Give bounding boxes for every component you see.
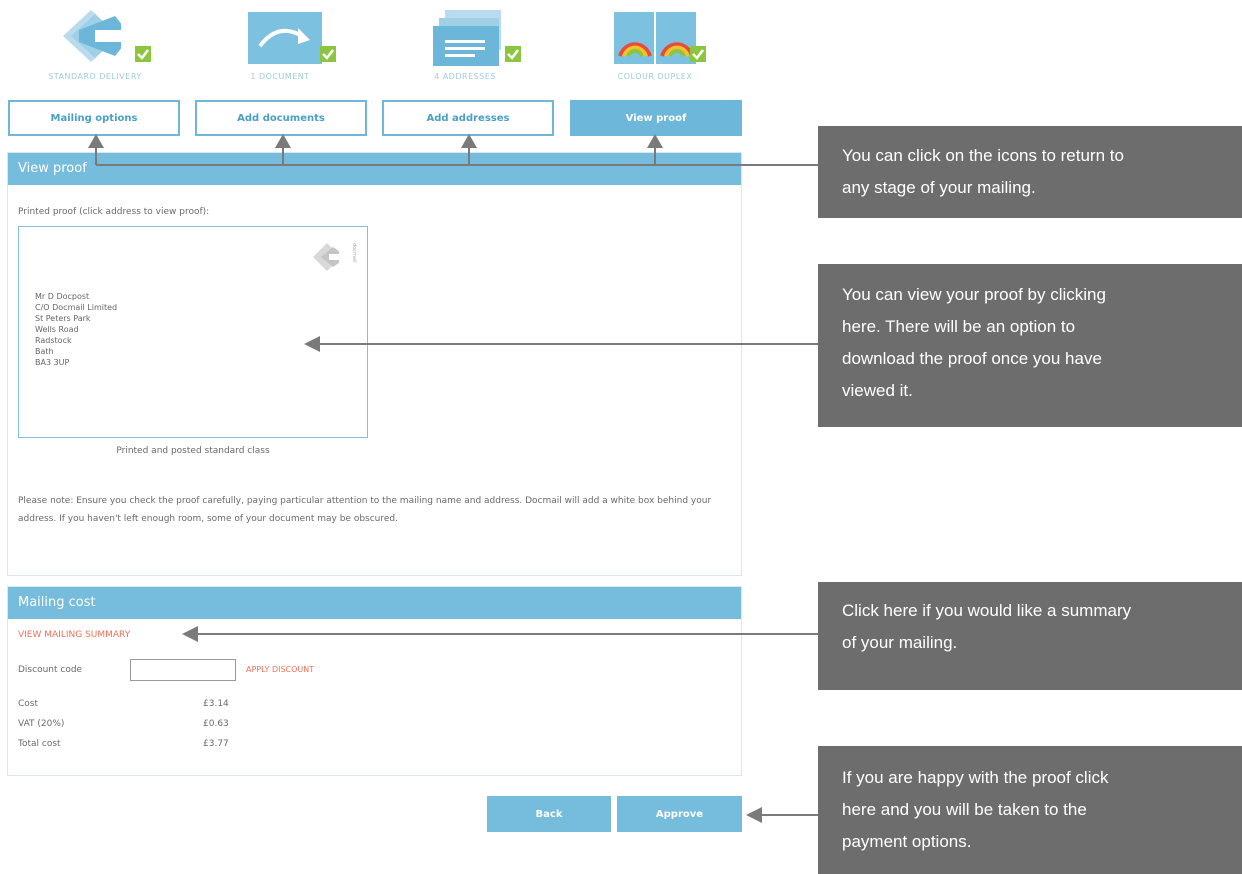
callout-approve: If you are happy with the proof click he… xyxy=(818,746,1242,874)
callout-line: If you are happy with the proof click xyxy=(842,768,1109,787)
back-button[interactable]: Back xyxy=(487,796,611,832)
vat-value: £0.63 xyxy=(203,719,229,729)
address-line: Wells Road xyxy=(35,325,79,334)
mailing-cost-panel: Mailing cost xyxy=(7,586,742,776)
callout-line: here and you will be taken to the xyxy=(842,800,1087,819)
address-line: Bath xyxy=(35,347,54,356)
vat-label: VAT (20%) xyxy=(18,719,65,729)
arrow-head-up xyxy=(88,134,104,148)
callout-line: Click here if you would like a summary xyxy=(842,601,1132,620)
arrow-head-left xyxy=(746,807,762,823)
arrow-head-up xyxy=(275,134,291,148)
cost-label: Cost xyxy=(18,699,39,709)
proof-instruction: Printed proof (click address to view pro… xyxy=(18,207,210,217)
arrow-head-up xyxy=(461,134,477,148)
step-caption-delivery: STANDARD DELIVERY xyxy=(48,72,142,81)
step-caption-documents: 1 DOCUMENT xyxy=(250,72,310,81)
callout-line: viewed it. xyxy=(842,381,913,400)
proof-thumbnail[interactable]: docmail Mr D Docpost C/O Docmail Limited… xyxy=(18,226,368,438)
address-line: St Peters Park xyxy=(35,314,91,323)
callout-line: here. There will be an option to xyxy=(842,317,1076,336)
mailing-cost-heading: Mailing cost xyxy=(8,587,741,619)
address-line: Mr D Docpost xyxy=(35,292,90,301)
callout-summary: Click here if you would like a summary o… xyxy=(818,582,1242,690)
arrow-head-up xyxy=(647,134,663,148)
total-cost-value: £3.77 xyxy=(203,739,229,749)
address-line: C/O Docmail Limited xyxy=(35,303,118,312)
document-icon[interactable] xyxy=(240,6,336,68)
cost-value: £3.14 xyxy=(203,699,229,709)
callout-line: any stage of your mailing. xyxy=(842,178,1036,197)
discount-code-label: Discount code xyxy=(18,665,83,675)
mailing-options-button[interactable]: Mailing options xyxy=(8,100,180,136)
callout-icons: You can click on the icons to return to … xyxy=(818,126,1242,218)
total-cost-label: Total cost xyxy=(18,739,61,749)
add-addresses-button[interactable]: Add addresses xyxy=(382,100,554,136)
step-caption-colour: COLOUR DUPLEX xyxy=(617,72,693,81)
callout-proof: You can view your proof by clicking here… xyxy=(818,264,1242,427)
discount-code-input[interactable] xyxy=(130,659,236,681)
callout-line: You can view your proof by clicking xyxy=(842,285,1106,304)
address-line: BA3 3UP xyxy=(35,358,70,367)
envelope-delivery-icon[interactable] xyxy=(55,6,151,68)
callout-line: payment options. xyxy=(842,832,972,851)
apply-discount-link[interactable]: APPLY DISCOUNT xyxy=(246,665,314,674)
add-documents-button[interactable]: Add documents xyxy=(195,100,367,136)
view-proof-button[interactable]: View proof xyxy=(570,100,742,136)
callout-line: download the proof once you have xyxy=(842,349,1102,368)
view-mailing-summary-link[interactable]: VIEW MAILING SUMMARY xyxy=(18,630,130,640)
address-line: Radstock xyxy=(35,336,72,345)
docmail-stamp-icon: docmail xyxy=(313,243,357,271)
colour-rainbow-icon[interactable] xyxy=(610,6,706,68)
proof-address: Mr D Docpost C/O Docmail Limited St Pete… xyxy=(35,291,117,368)
callout-line: You can click on the icons to return to xyxy=(842,146,1124,165)
proof-class-caption: Printed and posted standard class xyxy=(116,446,270,456)
approve-button[interactable]: Approve xyxy=(617,796,742,832)
address-list-icon[interactable] xyxy=(425,6,521,68)
step-caption-addresses: 4 ADDRESSES xyxy=(434,72,496,81)
callout-line: of your mailing. xyxy=(842,633,958,652)
proof-note: Please note: Ensure you check the proof … xyxy=(18,496,712,524)
view-proof-heading: View proof xyxy=(8,153,741,185)
stamp-text: docmail xyxy=(351,243,357,263)
